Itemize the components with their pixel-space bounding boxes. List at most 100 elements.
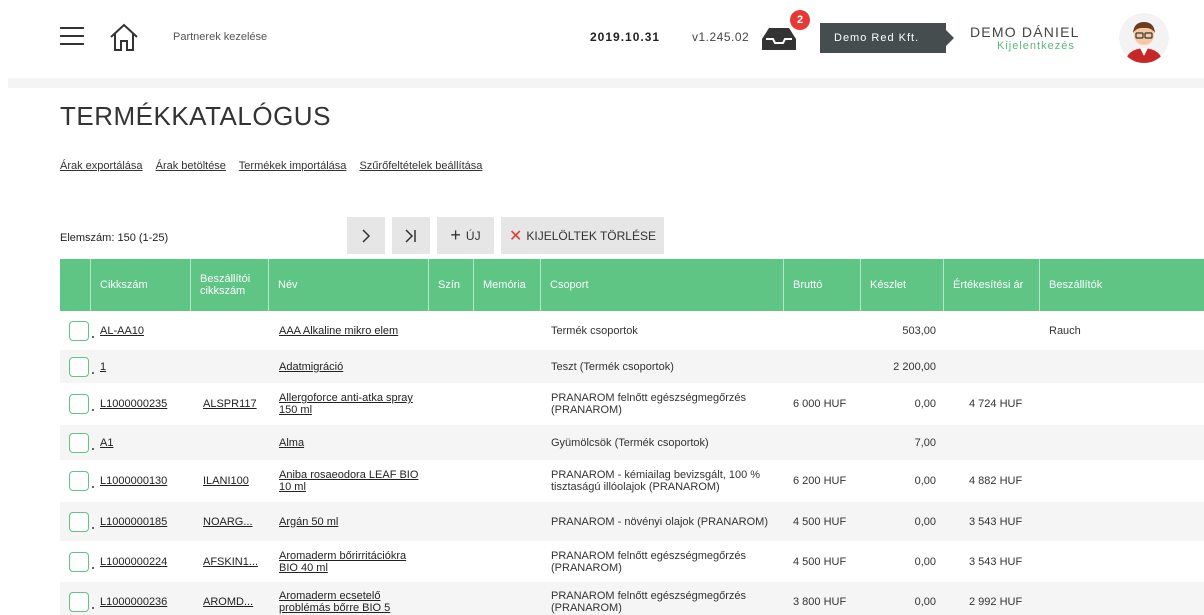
col-sku[interactable]: Cikkszám bbox=[90, 259, 190, 311]
cell-group: PRANAROM - növényi olajok (PRANAROM) bbox=[551, 515, 768, 528]
cell-group: PRANAROM felnőtt egészségmegőrzés (PRANA… bbox=[551, 392, 747, 416]
cell-suppliers bbox=[1049, 425, 1169, 460]
cell-gross bbox=[793, 311, 858, 350]
breadcrumb[interactable]: Partnerek kezelése bbox=[173, 31, 267, 43]
cell-supplier-sku[interactable]: AFSKIN1... bbox=[203, 541, 268, 582]
cell-suppliers bbox=[1049, 541, 1169, 582]
avatar[interactable] bbox=[1119, 13, 1169, 63]
cell-gross: 6 200 HUF bbox=[793, 475, 847, 487]
cell-color bbox=[438, 541, 473, 582]
import-products-link[interactable]: Termékek importálása bbox=[239, 160, 347, 172]
row-checkbox[interactable] bbox=[69, 471, 89, 491]
cell-sku[interactable]: AL-AA10 bbox=[100, 311, 190, 350]
col-stock[interactable]: Készlet bbox=[860, 259, 943, 311]
export-prices-link[interactable]: Árak exportálása bbox=[60, 160, 143, 172]
cell-name[interactable]: Aromaderm ecsetelő problémás bőrre BIO 5 bbox=[279, 582, 424, 615]
cell-sale-price: 3 543 HUF bbox=[969, 555, 1023, 568]
cell-suppliers bbox=[1049, 582, 1169, 615]
cell-sale-price: 3 543 HUF bbox=[969, 515, 1023, 528]
row-marker bbox=[92, 607, 94, 609]
col-gross[interactable]: Bruttó bbox=[783, 259, 860, 311]
page-title: TERMÉKKATALÓGUS bbox=[60, 101, 331, 131]
row-checkbox[interactable] bbox=[69, 320, 89, 341]
cell-sale-price bbox=[969, 425, 1039, 460]
cell-sku[interactable]: L1000000235 bbox=[100, 383, 190, 425]
cell-group: PRANAROM - kémiailag bevizsgált, 100 % t… bbox=[551, 469, 761, 493]
load-prices-link[interactable]: Árak betöltése bbox=[156, 160, 226, 172]
col-group[interactable]: Csoport bbox=[540, 259, 783, 311]
col-memory[interactable]: Memória bbox=[473, 259, 540, 311]
cell-supplier-sku[interactable] bbox=[203, 350, 268, 383]
row-marker bbox=[92, 566, 94, 569]
company-selector[interactable]: Demo Red Kft. bbox=[820, 23, 954, 53]
cell-stock: 0,00 bbox=[914, 475, 936, 487]
col-name[interactable]: Név bbox=[268, 259, 428, 311]
notification-badge: 2 bbox=[790, 10, 810, 30]
cell-gross: 4 500 HUF bbox=[793, 555, 847, 568]
cell-memory bbox=[483, 383, 538, 425]
table-row[interactable]: L1000000235 ALSPR117 Allergoforce anti-atk… bbox=[60, 383, 1204, 425]
col-supplier-sku[interactable]: Beszállítói cikkszám bbox=[190, 259, 268, 311]
cell-supplier-sku[interactable]: NOARG... bbox=[203, 502, 268, 541]
cell-group: Termék csoportok bbox=[551, 324, 638, 337]
cell-supplier-sku[interactable]: ALSPR117 bbox=[203, 383, 268, 425]
last-page-button[interactable] bbox=[392, 217, 430, 254]
delete-selected-button[interactable]: ✕ KIJELÖLTEK TÖRLÉSE bbox=[501, 217, 664, 254]
cell-name[interactable]: Adatmigráció bbox=[279, 350, 424, 383]
cell-color bbox=[438, 311, 473, 350]
cell-name[interactable]: Argán 50 ml bbox=[279, 502, 424, 541]
cell-color bbox=[438, 460, 473, 502]
cell-name[interactable]: AAA Alkaline mikro elem bbox=[279, 311, 424, 350]
row-checkbox[interactable] bbox=[69, 432, 89, 453]
cell-supplier-sku[interactable]: AROMD... bbox=[203, 582, 268, 615]
cell-gross: 6 000 HUF bbox=[793, 398, 847, 410]
next-page-button[interactable] bbox=[347, 217, 385, 254]
table-row[interactable]: L1000000236 AROMD... Aromaderm ecsetelő pr… bbox=[60, 582, 1204, 615]
table-row[interactable]: L1000000185 NOARG... Argán 50 ml PRANAROM -… bbox=[60, 502, 1204, 541]
cell-name[interactable]: Aromaderm bőrirritációkra BIO 40 ml bbox=[279, 541, 424, 582]
cell-sku[interactable]: L1000000185 bbox=[100, 502, 190, 541]
row-checkbox[interactable] bbox=[69, 551, 89, 572]
col-sale-price[interactable]: Értékesítési ár bbox=[943, 259, 1039, 311]
cell-sku[interactable]: L1000000130 bbox=[100, 460, 190, 502]
cell-gross: 3 800 HUF bbox=[793, 596, 847, 608]
row-checkbox[interactable] bbox=[69, 511, 89, 532]
table-row[interactable]: L1000000224 AFSKIN1... Aromaderm bőrirritá… bbox=[60, 541, 1204, 582]
filter-settings-link[interactable]: Szűrőfeltételek beállítása bbox=[359, 160, 482, 172]
table-row[interactable]: A1 Alma Gyümölcsök (Termék csoportok) 7,00 bbox=[60, 425, 1204, 460]
col-color[interactable]: Szín bbox=[428, 259, 473, 311]
menu-icon[interactable] bbox=[60, 27, 84, 47]
table-row[interactable]: 1 Adatmigráció Teszt (Termék csoportok) 2 2… bbox=[60, 350, 1204, 383]
table-row[interactable]: AL-AA10 AAA Alkaline mikro elem Termék cso… bbox=[60, 311, 1204, 350]
current-date: 2019.10.31 bbox=[590, 30, 661, 44]
row-marker bbox=[92, 409, 94, 411]
cell-gross bbox=[793, 425, 858, 460]
row-checkbox[interactable] bbox=[69, 394, 89, 414]
cell-sale-price: 4 724 HUF bbox=[969, 398, 1023, 410]
cell-sale-price bbox=[969, 350, 1039, 383]
cell-name[interactable]: Allergoforce anti-atka spray 150 ml bbox=[279, 383, 424, 425]
user-name: DEMO DÁNIEL bbox=[970, 24, 1080, 40]
cell-suppliers bbox=[1049, 350, 1169, 383]
cell-memory bbox=[483, 502, 538, 541]
new-item-button[interactable]: + ÚJ bbox=[437, 217, 494, 254]
cell-sku[interactable]: L1000000224 bbox=[100, 541, 190, 582]
row-checkbox[interactable] bbox=[69, 356, 89, 377]
home-icon[interactable] bbox=[108, 22, 140, 52]
cell-stock: 0,00 bbox=[914, 596, 936, 608]
cell-supplier-sku[interactable] bbox=[203, 425, 268, 460]
cell-sku[interactable]: A1 bbox=[100, 425, 190, 460]
cell-sku[interactable]: 1 bbox=[100, 350, 190, 383]
cell-supplier-sku[interactable]: ILANI100 bbox=[203, 460, 268, 502]
cell-gross: 4 500 HUF bbox=[793, 515, 847, 528]
cell-group: PRANAROM felnőtt egészségmegőrzés (PRANA… bbox=[551, 590, 747, 614]
cell-sku[interactable]: L1000000236 bbox=[100, 582, 190, 615]
col-suppliers[interactable]: Beszállítók bbox=[1039, 259, 1204, 311]
logout-link[interactable]: Kijelentkezés bbox=[997, 40, 1075, 52]
cell-sale-price bbox=[969, 311, 1039, 350]
row-checkbox[interactable] bbox=[69, 592, 89, 612]
table-row[interactable]: L1000000130 ILANI100 Aniba rosaeodora LEAF… bbox=[60, 460, 1204, 502]
cell-name[interactable]: Alma bbox=[279, 425, 424, 460]
cell-supplier-sku[interactable] bbox=[203, 311, 268, 350]
cell-name[interactable]: Aniba rosaeodora LEAF BIO 10 ml bbox=[279, 460, 424, 502]
